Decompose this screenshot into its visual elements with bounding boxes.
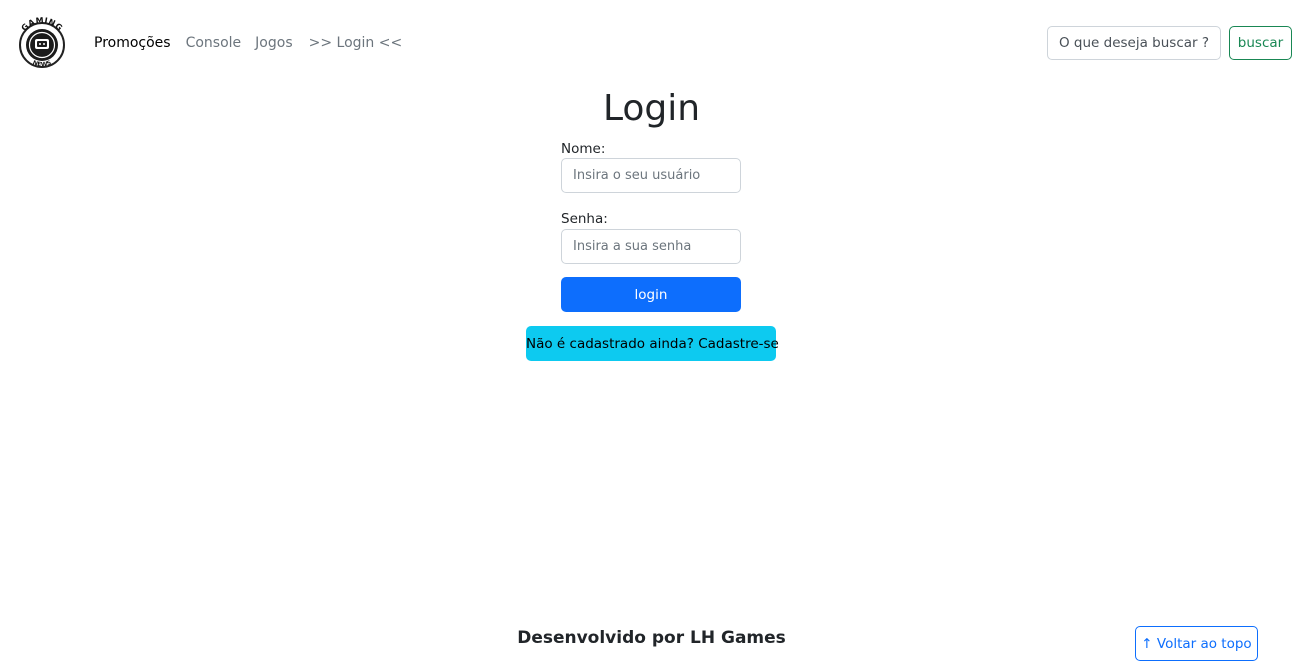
gaming-news-logo-icon: GAMING NEWS (19, 16, 65, 69)
password-label: Senha: (561, 211, 608, 227)
signup-button[interactable]: Não é cadastrado ainda? Cadastre-se (526, 326, 779, 361)
name-label: Nome: (561, 141, 606, 157)
nav-link-console[interactable]: Console (186, 34, 242, 52)
navbar: GAMING NEWS Promoções Console Jogos >> L… (0, 0, 1303, 86)
back-to-top-button[interactable]: ↑ Voltar ao topo (1135, 626, 1258, 661)
login-button[interactable]: login (561, 277, 741, 312)
page-title: Login (602, 88, 701, 129)
nav-link-jogos[interactable]: Jogos (255, 34, 292, 52)
search-button[interactable]: buscar (1229, 26, 1292, 60)
nav-link-login[interactable]: >> Login << (309, 34, 403, 52)
footer-credit: Desenvolvido por LH Games (517, 628, 786, 648)
username-field[interactable] (561, 158, 741, 193)
password-field[interactable] (561, 229, 741, 264)
nav-link-promocoes[interactable]: Promoções (94, 34, 171, 52)
search-input[interactable] (1047, 26, 1221, 60)
nav-links: Promoções Console Jogos >> Login << (94, 34, 416, 52)
brand-logo[interactable]: GAMING NEWS (14, 15, 70, 73)
